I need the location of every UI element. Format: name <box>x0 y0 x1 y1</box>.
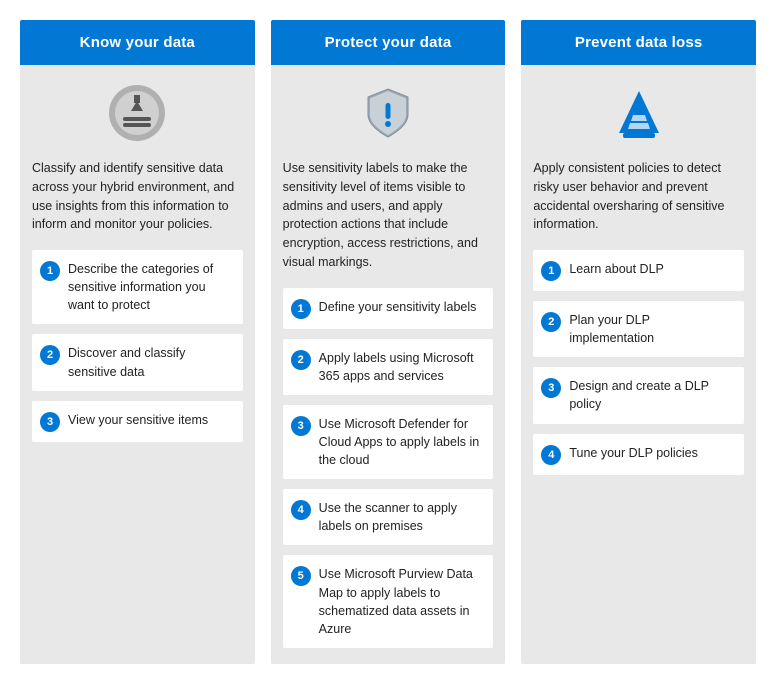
step-text-know-your-data-2: Discover and classify sensitive data <box>68 344 233 380</box>
step-item-protect-your-data-4[interactable]: 4 Use the scanner to apply labels on prem… <box>283 489 494 545</box>
column-body-know-your-data: Classify and identify sensitive data acr… <box>20 65 255 664</box>
step-text-know-your-data-3: View your sensitive items <box>68 411 208 429</box>
step-item-protect-your-data-3[interactable]: 3 Use Microsoft Defender for Cloud Apps t… <box>283 405 494 479</box>
column-description-protect-your-data: Use sensitivity labels to make the sensi… <box>283 159 494 272</box>
step-text-protect-your-data-4: Use the scanner to apply labels on premi… <box>319 499 484 535</box>
step-item-prevent-data-loss-2[interactable]: 2 Plan your DLP implementation <box>533 301 744 357</box>
step-item-prevent-data-loss-1[interactable]: 1 Learn about DLP <box>533 250 744 291</box>
column-header-prevent-data-loss: Prevent data loss <box>521 20 756 65</box>
column-prevent-data-loss: Prevent data loss Apply consistent polic… <box>521 20 756 664</box>
database-download-icon <box>32 81 243 145</box>
step-text-protect-your-data-3: Use Microsoft Defender for Cloud Apps to… <box>319 415 484 469</box>
step-number-protect-your-data-1: 1 <box>291 299 311 319</box>
step-item-prevent-data-loss-3[interactable]: 3 Design and create a DLP policy <box>533 367 744 423</box>
step-item-protect-your-data-5[interactable]: 5 Use Microsoft Purview Data Map to apply… <box>283 555 494 648</box>
step-text-prevent-data-loss-1: Learn about DLP <box>569 260 664 278</box>
cone-warning-icon <box>533 81 744 145</box>
column-know-your-data: Know your data Classify and identify sen… <box>20 20 255 664</box>
step-text-prevent-data-loss-4: Tune your DLP policies <box>569 444 698 462</box>
step-item-prevent-data-loss-4[interactable]: 4 Tune your DLP policies <box>533 434 744 475</box>
step-item-protect-your-data-2[interactable]: 2 Apply labels using Microsoft 365 apps a… <box>283 339 494 395</box>
step-item-know-your-data-1[interactable]: 1 Describe the categories of sensitive in… <box>32 250 243 324</box>
step-number-prevent-data-loss-4: 4 <box>541 445 561 465</box>
step-text-know-your-data-1: Describe the categories of sensitive inf… <box>68 260 233 314</box>
column-body-protect-your-data: Use sensitivity labels to make the sensi… <box>271 65 506 664</box>
step-text-protect-your-data-1: Define your sensitivity labels <box>319 298 477 316</box>
step-number-protect-your-data-3: 3 <box>291 416 311 436</box>
column-description-know-your-data: Classify and identify sensitive data acr… <box>32 159 243 234</box>
step-text-protect-your-data-2: Apply labels using Microsoft 365 apps an… <box>319 349 484 385</box>
step-number-prevent-data-loss-2: 2 <box>541 312 561 332</box>
column-description-prevent-data-loss: Apply consistent policies to detect risk… <box>533 159 744 234</box>
step-text-protect-your-data-5: Use Microsoft Purview Data Map to apply … <box>319 565 484 638</box>
step-number-know-your-data-1: 1 <box>40 261 60 281</box>
step-number-protect-your-data-4: 4 <box>291 500 311 520</box>
step-number-protect-your-data-2: 2 <box>291 350 311 370</box>
column-header-protect-your-data: Protect your data <box>271 20 506 65</box>
step-number-prevent-data-loss-1: 1 <box>541 261 561 281</box>
step-item-protect-your-data-1[interactable]: 1 Define your sensitivity labels <box>283 288 494 329</box>
shield-alert-icon <box>283 81 494 145</box>
step-text-prevent-data-loss-2: Plan your DLP implementation <box>569 311 734 347</box>
column-body-prevent-data-loss: Apply consistent policies to detect risk… <box>521 65 756 664</box>
step-number-know-your-data-2: 2 <box>40 345 60 365</box>
column-protect-your-data: Protect your data Use sensitivity labels… <box>271 20 506 664</box>
column-header-know-your-data: Know your data <box>20 20 255 65</box>
step-item-know-your-data-2[interactable]: 2 Discover and classify sensitive data <box>32 334 243 390</box>
step-item-know-your-data-3[interactable]: 3 View your sensitive items <box>32 401 243 442</box>
main-container: Know your data Classify and identify sen… <box>20 20 756 664</box>
step-number-protect-your-data-5: 5 <box>291 566 311 586</box>
step-number-prevent-data-loss-3: 3 <box>541 378 561 398</box>
step-text-prevent-data-loss-3: Design and create a DLP policy <box>569 377 734 413</box>
step-number-know-your-data-3: 3 <box>40 412 60 432</box>
